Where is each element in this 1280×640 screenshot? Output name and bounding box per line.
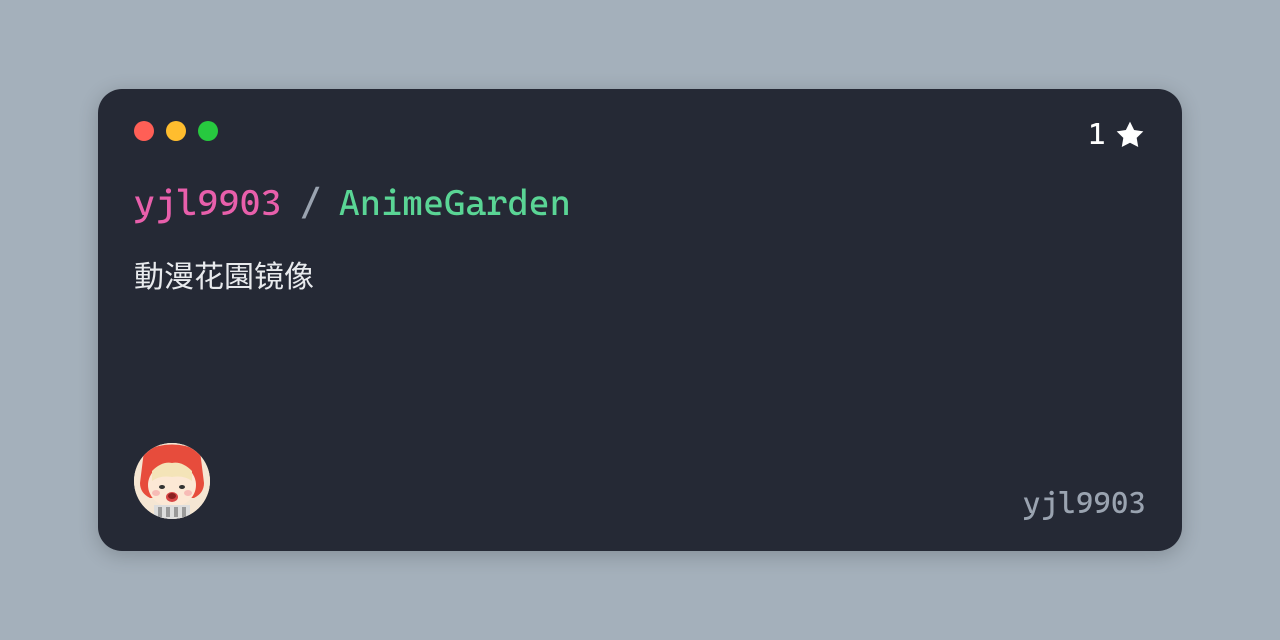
repo-owner[interactable]: yjl9903: [134, 183, 282, 224]
avatar[interactable]: [134, 443, 210, 519]
avatar-image: [134, 443, 210, 519]
minimize-icon[interactable]: [166, 121, 186, 141]
repo-title: yjl9903 / AnimeGarden: [134, 183, 1146, 224]
star-count: 1: [1088, 117, 1146, 152]
close-icon[interactable]: [134, 121, 154, 141]
star-icon: [1114, 119, 1146, 151]
title-separator: /: [300, 183, 321, 224]
repo-card: 1 yjl9903 / AnimeGarden 動漫花園镜像: [98, 89, 1182, 551]
star-count-value: 1: [1088, 117, 1106, 152]
maximize-icon[interactable]: [198, 121, 218, 141]
repo-name[interactable]: AnimeGarden: [339, 183, 571, 224]
window-controls: [134, 121, 1146, 141]
repo-description: 動漫花園镜像: [134, 252, 1146, 296]
username[interactable]: yjl9903: [1023, 486, 1146, 521]
